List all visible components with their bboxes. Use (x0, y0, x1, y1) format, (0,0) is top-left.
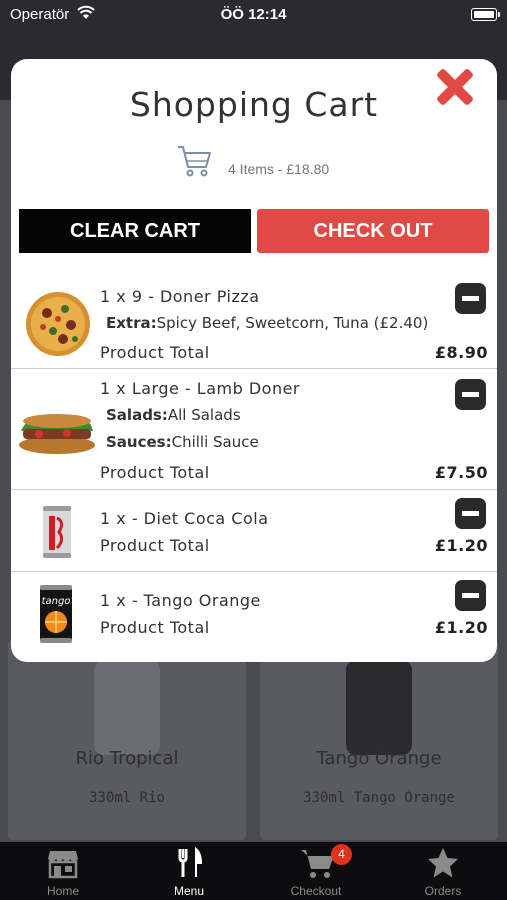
remove-item-button[interactable] (455, 580, 486, 611)
option-value: All Salads (167, 406, 241, 424)
remove-item-button[interactable] (455, 283, 486, 314)
item-price: £8.90 (434, 343, 488, 362)
tab-label: Checkout (290, 884, 342, 898)
pizza-image (26, 292, 90, 356)
cart-icon (178, 146, 211, 177)
rio-can-image (94, 660, 160, 755)
tab-bar: Home Menu Checkout 4 Orders (0, 842, 507, 900)
tango-can-image (346, 660, 412, 755)
modal-title: Shopping Cart (129, 85, 379, 124)
product-total-label: Product Total (100, 536, 210, 555)
tango-orange-can-image: tango (40, 585, 72, 643)
product-total-label: Product Total (100, 618, 210, 637)
item-name: 1 x Large - Lamb Doner (100, 379, 300, 398)
tab-label: Menu (173, 884, 205, 898)
item-option: Extra:Spicy Beef, Sweetcorn, Tuna (£2.40… (106, 314, 428, 332)
option-value: Chilli Sauce (171, 433, 259, 451)
product-total-label: Product Total (100, 343, 210, 362)
background-card-title: Rio Tropical (75, 748, 179, 769)
checkout-button[interactable]: CHECK OUT (257, 209, 489, 253)
clock: ÖÖ 12:14 (220, 6, 287, 23)
tab-checkout[interactable]: Checkout (253, 842, 379, 900)
tab-label: Home (46, 884, 79, 898)
background-card-subtitle: 330ml Tango Orange (303, 790, 455, 806)
checkout-badge: 4 (331, 844, 352, 865)
item-price: £1.20 (434, 618, 488, 637)
cart-item: tango 1 x - Tango Orange Product Total £… (11, 572, 497, 662)
item-name: 1 x - Diet Coca Cola (100, 509, 269, 528)
item-option: Sauces:Chilli Sauce (106, 433, 259, 451)
cart-summary-text: 4 Items - £18.80 (228, 161, 330, 177)
tab-orders[interactable]: Orders (380, 842, 506, 900)
cart-item: 1 x - Diet Coca Cola Product Total £1.20 (11, 490, 497, 572)
cart-summary: 4 Items - £18.80 (11, 143, 497, 179)
item-price: £1.20 (434, 536, 488, 555)
item-price: £7.50 (434, 463, 488, 482)
option-label: Sauces: (106, 433, 172, 451)
remove-item-button[interactable] (455, 379, 486, 410)
svg-text:tango: tango (42, 596, 71, 607)
option-label: Extra: (106, 314, 157, 332)
battery-icon (471, 8, 500, 21)
close-icon[interactable] (433, 65, 477, 109)
option-value: Spicy Beef, Sweetcorn, Tuna (£2.40) (156, 314, 429, 332)
background-product-card: Tango Orange 330ml Tango Orange (260, 640, 498, 840)
item-name: 1 x - Tango Orange (100, 591, 261, 610)
diet-coke-can-image (43, 506, 71, 558)
tab-label: Orders (424, 884, 462, 898)
cart-item: 1 x 9 - Doner Pizza Extra:Spicy Beef, Sw… (11, 277, 497, 369)
cutlery-icon (178, 847, 203, 877)
store-icon (48, 851, 78, 879)
star-icon (428, 848, 458, 878)
tab-menu[interactable]: Menu (126, 842, 252, 900)
option-label: Salads: (106, 406, 168, 424)
doner-kebab-image (19, 414, 95, 454)
background-card-subtitle: 330ml Rio (89, 790, 165, 806)
background-card-title: Tango Orange (316, 748, 442, 769)
background-product-card: Rio Tropical 330ml Rio (8, 640, 246, 840)
shopping-cart-modal: Shopping Cart 4 Items - £18.80 CLEAR CAR… (11, 59, 497, 662)
tab-home[interactable]: Home (0, 842, 126, 900)
cart-item: 1 x Large - Lamb Doner Salads:All Salads… (11, 369, 497, 490)
status-bar: Operatör ÖÖ 12:14 (0, 0, 507, 30)
item-option: Salads:All Salads (106, 406, 241, 424)
clear-cart-button[interactable]: CLEAR CART (19, 209, 251, 253)
item-name: 1 x 9 - Doner Pizza (100, 287, 260, 306)
product-total-label: Product Total (100, 463, 210, 482)
remove-item-button[interactable] (455, 498, 486, 529)
